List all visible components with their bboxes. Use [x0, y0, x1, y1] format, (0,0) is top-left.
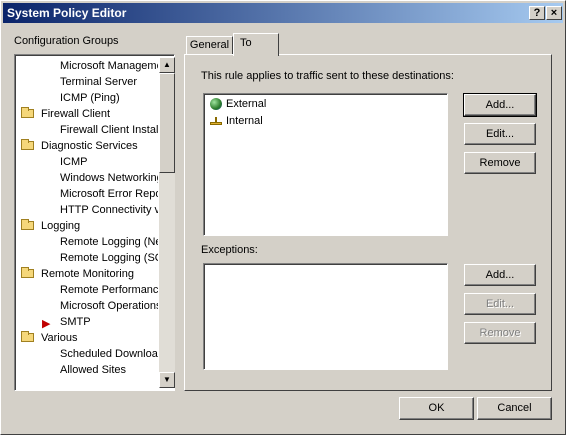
tree-item-label: ICMP	[60, 156, 88, 168]
cancel-label: Cancel	[497, 402, 532, 414]
tree-item-label: Remote Monitoring	[41, 268, 134, 280]
title-bar: System Policy Editor ? ×	[3, 3, 563, 23]
tree-item-label: Microsoft Management	[60, 60, 158, 72]
tree-item[interactable]: Scheduled Download Jobs	[17, 346, 158, 362]
folder-icon	[21, 331, 34, 342]
edit-exception-label: Edit...	[485, 298, 515, 310]
edit-destination-label: Edit...	[485, 128, 515, 140]
folder-icon	[21, 267, 34, 278]
tree-item[interactable]: ▶ SMTP	[17, 314, 158, 330]
tree-group[interactable]: Logging	[17, 218, 158, 234]
remove-destination-button[interactable]: Remove	[464, 152, 536, 174]
tree-item[interactable]: Microsoft Error Reporting	[17, 186, 158, 202]
ok-label: OK	[428, 402, 445, 414]
ok-button[interactable]: OK	[399, 397, 474, 420]
folder-icon	[21, 139, 34, 150]
tree-item[interactable]: ICMP (Ping)	[17, 90, 158, 106]
exceptions-label: Exceptions:	[201, 244, 258, 256]
remove-exception-label: Remove	[479, 327, 521, 339]
destinations-list[interactable]: External Internal	[203, 93, 448, 236]
remove-destination-label: Remove	[479, 157, 521, 169]
close-icon: ×	[550, 7, 558, 19]
tree-item[interactable]: ICMP	[17, 154, 158, 170]
tree-group[interactable]: Various	[17, 330, 158, 346]
destination-label: Internal	[226, 115, 263, 127]
folder-icon	[21, 107, 34, 118]
tree-item-label: Firewall Client	[41, 108, 111, 120]
tree-item[interactable]: Remote Performance Monitoring	[17, 282, 158, 298]
tree-item[interactable]: Microsoft Management	[17, 58, 158, 74]
scroll-down-button[interactable]: ▼	[159, 372, 175, 388]
scroll-up-icon: ▲	[163, 60, 171, 69]
destination-label: External	[226, 98, 267, 110]
tree-item-label: Allowed Sites	[60, 364, 127, 376]
tree-item-label: ICMP (Ping)	[60, 92, 120, 104]
tree-item[interactable]: Microsoft Operations Manager	[17, 298, 158, 314]
tree-item-label: Microsoft Operations Manager	[60, 300, 158, 312]
folder-icon	[21, 219, 34, 230]
configuration-groups-tree[interactable]: Microsoft Management Terminal Server ICMP …	[14, 54, 175, 391]
tree-item[interactable]: Firewall Client Installation	[17, 122, 158, 138]
add-destination-label: Add...	[485, 99, 515, 111]
tree-item-label: Remote Performance Monitoring	[60, 284, 158, 296]
tree-item-label: Various	[41, 332, 78, 344]
tree-item-label: Microsoft Error Reporting	[60, 188, 158, 200]
add-exception-label: Add...	[485, 269, 515, 281]
add-exception-button[interactable]: Add...	[464, 264, 536, 286]
help-button[interactable]: ?	[529, 6, 545, 20]
tab-to[interactable]: To	[233, 33, 279, 56]
tree-item-label: Firewall Client Installation	[60, 124, 158, 136]
tree-group[interactable]: Diagnostic Services	[17, 138, 158, 154]
tree-item-label: SMTP	[60, 316, 91, 328]
tab-general[interactable]: General	[186, 36, 233, 55]
tree-group[interactable]: Remote Monitoring	[17, 266, 158, 282]
exceptions-list[interactable]	[203, 263, 448, 370]
tree-item-label: Logging	[41, 220, 81, 232]
globe-icon	[210, 98, 222, 110]
tab-general-label: General	[189, 39, 230, 51]
tree-item-label: Diagnostic Services	[41, 140, 138, 152]
system-policy-editor-window: System Policy Editor ? × Configuration G…	[0, 0, 566, 435]
tab-to-label: To	[240, 37, 252, 49]
tree-item[interactable]: Allowed Sites	[17, 362, 158, 378]
scroll-thumb[interactable]	[159, 73, 175, 173]
close-button[interactable]: ×	[546, 6, 562, 20]
destinations-description: This rule applies to traffic sent to the…	[201, 70, 454, 82]
network-icon	[210, 117, 222, 125]
tree-vertical-scrollbar[interactable]: ▲ ▼	[159, 57, 175, 388]
tree-item[interactable]: Terminal Server	[17, 74, 158, 90]
add-destination-button[interactable]: Add...	[463, 93, 537, 117]
edit-exception-button[interactable]: Edit...	[464, 293, 536, 315]
tree-item[interactable]: Windows Networking	[17, 170, 158, 186]
tree-item-label: HTTP Connectivity verifiers	[60, 204, 158, 216]
help-icon: ?	[533, 7, 541, 19]
remove-exception-button[interactable]: Remove	[464, 322, 536, 344]
tree-item-label: Scheduled Download Jobs	[60, 348, 158, 360]
tab-panel-to: This rule applies to traffic sent to the…	[184, 54, 552, 391]
tree-item-label: Windows Networking	[60, 172, 158, 184]
tree-item[interactable]: HTTP Connectivity verifiers	[17, 202, 158, 218]
tree-items: Microsoft Management Terminal Server ICMP …	[17, 57, 158, 388]
tree-item[interactable]: Remote Logging (NetBIOS)	[17, 234, 158, 250]
tree-item-label: Remote Logging (SQL)	[60, 252, 158, 264]
window-title: System Policy Editor	[7, 6, 127, 20]
scroll-down-icon: ▼	[163, 375, 171, 384]
tree-group[interactable]: Firewall Client	[17, 106, 158, 122]
cancel-button[interactable]: Cancel	[477, 397, 552, 420]
edit-destination-button[interactable]: Edit...	[464, 123, 536, 145]
configuration-groups-label: Configuration Groups	[14, 35, 119, 47]
scroll-up-button[interactable]: ▲	[159, 57, 175, 73]
tree-item-label: Remote Logging (NetBIOS)	[60, 236, 158, 248]
tree-item-label: Terminal Server	[60, 76, 138, 88]
tree-item[interactable]: Remote Logging (SQL)	[17, 250, 158, 266]
